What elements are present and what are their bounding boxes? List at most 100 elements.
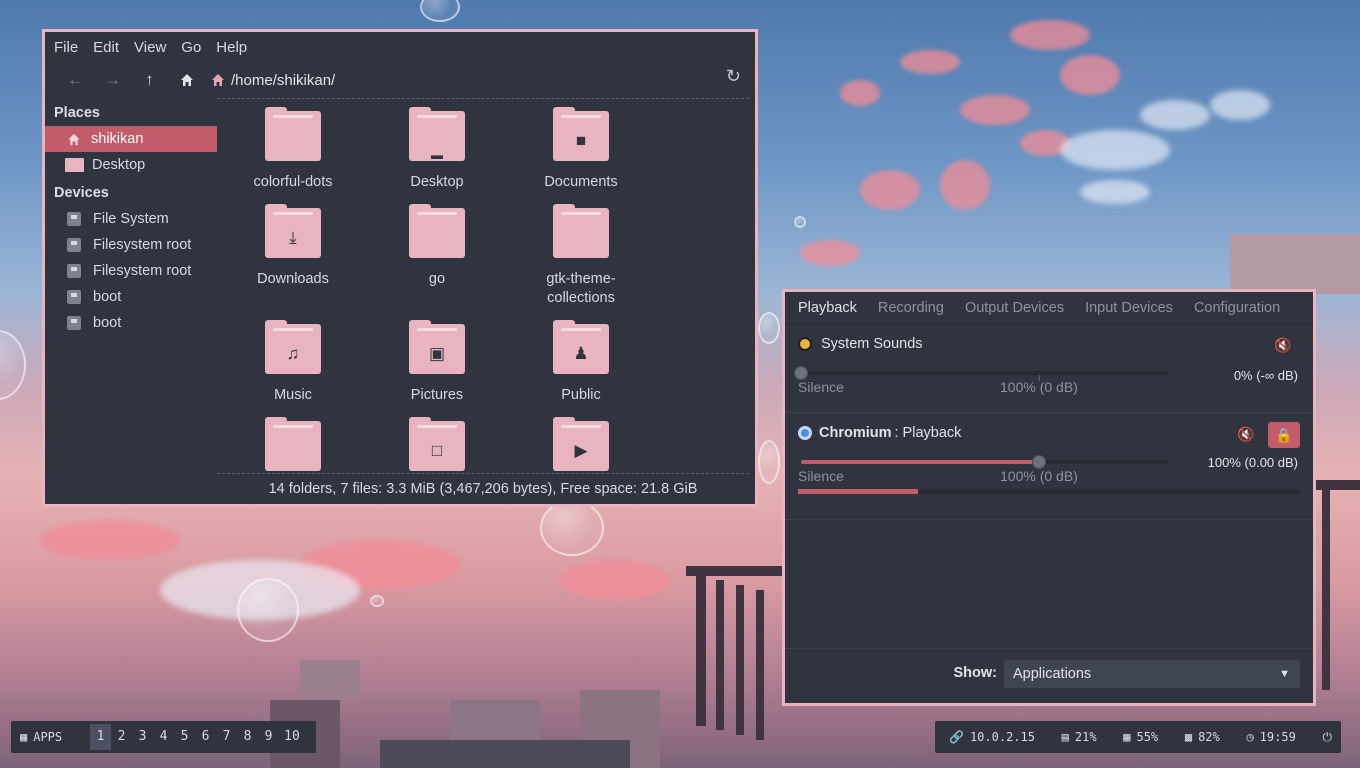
file-item[interactable]: ♟ Public (516, 320, 646, 405)
stream-title: Chromium : Playback (798, 425, 961, 441)
toolbar: ← → ↑ /home/shikikan/ ↻ (45, 62, 755, 98)
speaker-muted-icon: 🔇 (1274, 337, 1292, 353)
sidebar-item-label: boot (93, 289, 122, 305)
disk-module[interactable]: ▤ 21% (1062, 730, 1097, 744)
harddisk-icon (67, 212, 81, 226)
hundred-percent-label: 100% (0 dB) (1000, 379, 1078, 395)
tab-configuration[interactable]: Configuration (1194, 300, 1280, 316)
menu-edit[interactable]: Edit (93, 39, 119, 56)
documents-folder-icon: ■ (553, 107, 609, 161)
cpu-icon: ▦ (1123, 730, 1131, 744)
volume-control-window: Playback Recording Output Devices Input … (782, 289, 1316, 706)
workspace-1[interactable]: 1 (90, 724, 111, 750)
reload-button[interactable]: ↻ (726, 66, 741, 87)
sidebar-item-label: boot (93, 315, 122, 331)
sidebar-item-desktop[interactable]: Desktop (45, 152, 217, 178)
location-bar[interactable]: /home/shikikan/ (211, 72, 335, 89)
file-grid: colorful-dots ▬ Desktop ■ Documents ⤓ Do… (217, 98, 749, 474)
memory-module[interactable]: ▩ 82% (1185, 730, 1220, 744)
menu-help[interactable]: Help (216, 39, 247, 56)
file-item[interactable]: go (372, 204, 502, 289)
places-heading: Places (54, 105, 100, 121)
file-item[interactable]: gtk-theme-collections (516, 204, 646, 308)
clock-time: 19:59 (1259, 730, 1296, 744)
templates-folder-icon: □ (409, 417, 465, 471)
show-dropdown[interactable]: Applications ▼ (1004, 660, 1300, 688)
file-item[interactable]: ■ Documents (516, 107, 646, 192)
memory-icon: ▩ (1184, 730, 1193, 744)
volume-slider[interactable] (794, 366, 1169, 381)
cpu-module[interactable]: ▦ 55% (1123, 730, 1158, 744)
menu-view[interactable]: View (134, 39, 166, 56)
desktop-icon (65, 158, 84, 172)
workspace-9[interactable]: 9 (258, 724, 279, 750)
tab-playback[interactable]: Playback (798, 300, 857, 316)
sidebar-item-label: Desktop (92, 157, 146, 173)
power-icon[interactable]: ⏻ (1322, 730, 1332, 745)
stream-app-name: Chromium (819, 425, 892, 441)
file-item[interactable]: ▣ Pictures (372, 320, 502, 405)
link-icon: 🔗 (949, 730, 964, 744)
back-button[interactable]: ← (57, 65, 94, 95)
volume-slider-handle[interactable] (1032, 455, 1046, 469)
sidebar-item-boot[interactable]: boot (45, 310, 217, 336)
devices-heading: Devices (54, 185, 109, 201)
videos-folder-icon: ▶ (553, 417, 609, 471)
file-item[interactable]: ⤓ Downloads (228, 204, 358, 289)
file-item[interactable]: □ (372, 417, 502, 473)
workspace-5[interactable]: 5 (174, 724, 195, 750)
sidebar-item-file-system[interactable]: File System (45, 206, 217, 232)
tab-input-devices[interactable]: Input Devices (1085, 300, 1173, 316)
file-item[interactable] (228, 417, 358, 473)
reload-icon: ↻ (725, 66, 741, 86)
workspace-4[interactable]: 4 (153, 724, 174, 750)
mute-button[interactable]: 🔇 (1269, 333, 1297, 357)
tab-output-devices[interactable]: Output Devices (965, 300, 1064, 316)
sidebar-item-filesystem-root[interactable]: Filesystem root (45, 232, 217, 258)
home-icon (180, 74, 193, 86)
file-item[interactable]: ▶ (516, 417, 646, 473)
workspace-3[interactable]: 3 (132, 724, 153, 750)
eject-icon (67, 290, 81, 304)
up-button[interactable]: ↑ (131, 65, 168, 95)
clock-icon: ◷ (1246, 730, 1254, 744)
grid-icon: ▦ (20, 730, 28, 744)
speaker-muted-icon: 🔇 (1237, 426, 1255, 442)
menu-go[interactable]: Go (181, 39, 201, 56)
music-folder-icon: ♫ (265, 320, 321, 374)
apps-button[interactable]: ▦ APPS (11, 730, 90, 744)
network-module[interactable]: 🔗 10.0.2.15 (949, 730, 1035, 744)
desktop-folder-icon: ▬ (409, 107, 465, 162)
stream-name: : Playback (894, 425, 962, 441)
file-name: colorful-dots (253, 174, 333, 190)
disk-icon: ▤ (1061, 730, 1069, 744)
status-bar: 14 folders, 7 files: 3.3 MiB (3,467,206 … (268, 481, 698, 497)
lock-channels-button[interactable]: 🔒 (1268, 422, 1300, 448)
home-button[interactable] (168, 65, 205, 95)
file-item[interactable]: colorful-dots (228, 107, 358, 192)
workspace-2[interactable]: 2 (111, 724, 132, 750)
volume-slider-handle[interactable] (794, 366, 808, 380)
sidebar-item-home[interactable]: shikikan (45, 126, 217, 152)
sidebar-item-boot[interactable]: boot (45, 284, 217, 310)
tab-recording[interactable]: Recording (878, 300, 944, 316)
workspace-8[interactable]: 8 (237, 724, 258, 750)
mute-button[interactable]: 🔇 (1232, 422, 1260, 446)
file-item[interactable]: ♫ Music (228, 320, 358, 405)
volume-slider[interactable] (801, 455, 1169, 469)
sidebar-item-filesystem-root[interactable]: Filesystem root (45, 258, 217, 284)
arrow-left-icon: ← (67, 70, 84, 89)
file-item[interactable]: ▬ Desktop (372, 107, 502, 192)
clock-module[interactable]: ◷ 19:59 (1246, 730, 1295, 744)
arrow-up-icon: ↑ (145, 70, 154, 89)
workspace-7[interactable]: 7 (216, 724, 237, 750)
workspace-10[interactable]: 10 (279, 724, 305, 750)
menubar: File Edit View Go Help (45, 32, 755, 62)
eject-icon (67, 264, 81, 278)
menu-file[interactable]: File (54, 39, 78, 56)
pictures-folder-icon: ▣ (409, 320, 465, 374)
workspace-6[interactable]: 6 (195, 724, 216, 750)
show-filter-row: Show: Applications ▼ (785, 648, 1313, 703)
forward-button[interactable]: → (94, 65, 131, 95)
memory-usage: 82% (1198, 730, 1220, 744)
